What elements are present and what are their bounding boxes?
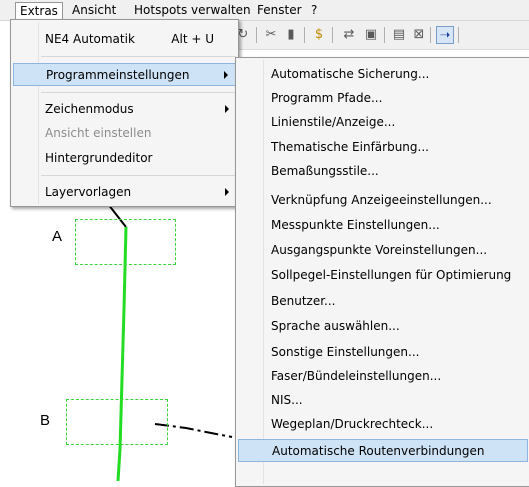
- menu-item-label: Layervorlagen: [45, 185, 132, 199]
- toolbar-separator: [384, 27, 385, 43]
- help-marker-icon[interactable]: $: [310, 26, 328, 44]
- box-x-icon[interactable]: ⊠: [410, 26, 428, 44]
- menu-help[interactable]: ?: [307, 2, 321, 19]
- menu-item-label: Zeichenmodus: [45, 102, 134, 116]
- menu-hotspots-verwalten[interactable]: Hotspots verwalten: [130, 2, 255, 19]
- submenu-item[interactable]: Sprache auswählen...: [238, 315, 528, 338]
- submenu-arrow-icon: [225, 188, 229, 196]
- toolbar-separator: [458, 27, 459, 43]
- submenu-item[interactable]: Programm Pfade...: [238, 87, 528, 110]
- hotspot-b[interactable]: [66, 399, 168, 445]
- screen-icon[interactable]: ▣: [362, 26, 380, 44]
- toolbar-separator: [256, 27, 257, 43]
- submenu-item[interactable]: Verknüpfung Anzeigeeinstellungen...: [238, 189, 528, 212]
- submenu-item[interactable]: Benutzer...: [238, 290, 528, 313]
- toolbar-separator: [304, 27, 305, 43]
- submenu-item-automatische-routenverbindungen[interactable]: Automatische Routenverbindungen: [238, 439, 528, 462]
- menu-item-label: Programmeinstellungen: [46, 68, 190, 82]
- menu-divider: [41, 92, 236, 93]
- hotspot-a[interactable]: [75, 219, 176, 265]
- submenu-arrow-icon: [224, 71, 228, 79]
- menu-extras[interactable]: Extras: [15, 2, 63, 19]
- submenu-item[interactable]: Thematische Einfärbung...: [238, 136, 528, 159]
- route-arrow-icon[interactable]: ➝: [436, 26, 454, 44]
- toolbar-separator: [332, 27, 333, 43]
- submenu-item[interactable]: Automatische Sicherung...: [238, 63, 528, 86]
- submenu-item[interactable]: Ausgangspunkte Voreinstellungen...: [238, 239, 528, 262]
- menu-item-ne4-automatik[interactable]: NE4 Automatik Alt + U: [13, 28, 236, 51]
- label-b: B: [40, 412, 51, 429]
- split-icon[interactable]: ▮: [282, 26, 300, 44]
- menu-bar: Extras Ansicht Hotspots verwalten Fenste…: [0, 0, 529, 21]
- menu-item-hintergrundeditor[interactable]: Hintergrundeditor: [13, 147, 236, 170]
- submenu-item[interactable]: Faser/Bündeleinstellungen...: [238, 365, 528, 388]
- menu-fenster[interactable]: Fenster: [253, 2, 306, 19]
- grid-icon[interactable]: ▤: [390, 26, 408, 44]
- submenu-item[interactable]: Bemaßungsstile...: [238, 160, 528, 183]
- submenu-item[interactable]: Wegeplan/Druckrechteck...: [238, 413, 528, 436]
- submenu-item[interactable]: Sollpegel-Einstellungen für Optimierung: [238, 264, 528, 287]
- menu-item-shortcut: Alt + U: [171, 32, 214, 46]
- menu-item-programmeinstellungen[interactable]: Programmeinstellungen: [13, 63, 236, 86]
- menu-item-ansicht-einstellen: Ansicht einstellen: [13, 122, 236, 145]
- submenu-arrow-icon: [225, 105, 229, 113]
- toolbar: ↻ ✂ ▮ $ ⇄ ▣ ▤ ⊠ ➝: [230, 21, 529, 50]
- extras-menu: NE4 Automatik Alt + U Programmeinstellun…: [10, 19, 239, 207]
- menu-item-layervorlagen[interactable]: Layervorlagen: [13, 181, 236, 204]
- submenu-item[interactable]: Messpunkte Einstellungen...: [238, 214, 528, 237]
- menu-divider: [41, 175, 236, 176]
- programmeinstellungen-submenu: Automatische Sicherung... Programm Pfade…: [235, 57, 529, 487]
- menu-item-label: NE4 Automatik: [45, 32, 135, 46]
- submenu-item[interactable]: Linienstile/Anzeige...: [238, 111, 528, 134]
- submenu-item[interactable]: Sonstige Einstellungen...: [238, 341, 528, 364]
- menu-ansicht[interactable]: Ansicht: [68, 2, 120, 19]
- toolbar-separator: [430, 27, 431, 43]
- label-a: A: [52, 228, 63, 245]
- menu-item-label: Hintergrundeditor: [45, 151, 153, 165]
- menu-item-label: Ansicht einstellen: [45, 126, 152, 140]
- menu-divider: [41, 56, 236, 57]
- swap-icon[interactable]: ⇄: [340, 26, 358, 44]
- cut-icon[interactable]: ✂: [262, 26, 280, 44]
- submenu-item[interactable]: NIS...: [238, 389, 528, 412]
- menu-item-zeichenmodus[interactable]: Zeichenmodus: [13, 98, 236, 121]
